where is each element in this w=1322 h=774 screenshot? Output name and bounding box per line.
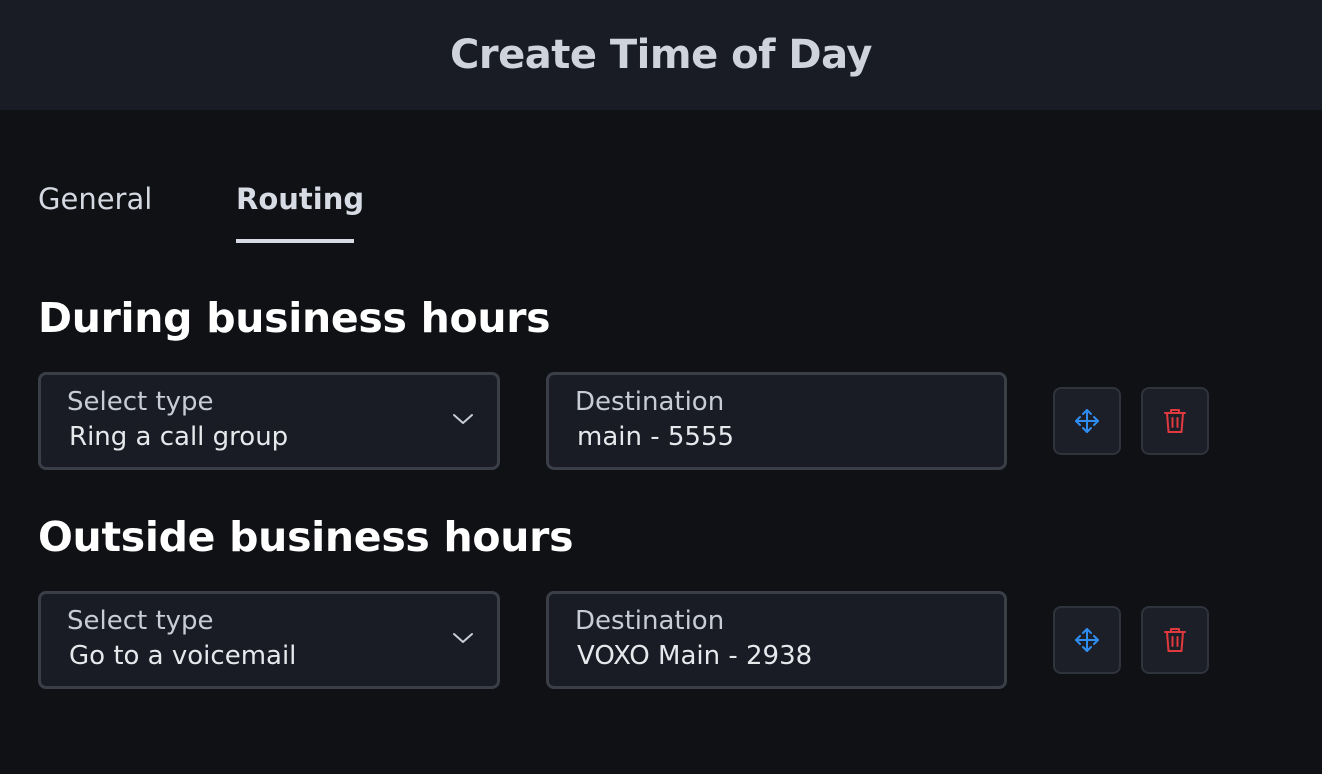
destination-label: Destination — [575, 606, 725, 636]
chevron-down-icon — [453, 414, 473, 424]
select-type-label: Select type — [67, 606, 214, 636]
tab-routing[interactable]: Routing — [236, 182, 364, 244]
section-title-during-business-hours: During business hours — [38, 294, 551, 342]
move-arrows-icon — [1075, 628, 1099, 652]
select-type-dropdown-outside[interactable]: Select type Go to a voicemail — [38, 591, 500, 689]
delete-button-outside[interactable] — [1141, 606, 1209, 674]
select-type-value: Go to a voicemail — [69, 641, 297, 671]
section-title-outside-business-hours: Outside business hours — [38, 513, 574, 561]
delete-button-during[interactable] — [1141, 387, 1209, 455]
select-type-value: Ring a call group — [69, 422, 289, 452]
tab-general[interactable]: General — [38, 182, 152, 244]
move-button-during[interactable] — [1053, 387, 1121, 455]
active-tab-indicator — [236, 239, 354, 243]
destination-value: VOXO Main - 2938 — [577, 641, 813, 671]
tab-routing-label: Routing — [236, 182, 365, 216]
trash-icon — [1164, 628, 1186, 652]
move-arrows-icon — [1075, 409, 1099, 433]
tab-general-label: General — [38, 182, 153, 216]
move-button-outside[interactable] — [1053, 606, 1121, 674]
select-type-dropdown-during[interactable]: Select type Ring a call group — [38, 372, 500, 470]
destination-field-outside[interactable]: Destination VOXO Main - 2938 — [546, 591, 1007, 689]
page-header: Create Time of Day — [0, 0, 1322, 110]
chevron-down-icon — [453, 633, 473, 643]
destination-label: Destination — [575, 387, 725, 417]
trash-icon — [1164, 409, 1186, 433]
destination-value: main - 5555 — [577, 422, 735, 452]
select-type-label: Select type — [67, 387, 214, 417]
page-title: Create Time of Day — [450, 32, 872, 78]
destination-field-during[interactable]: Destination main - 5555 — [546, 372, 1007, 470]
